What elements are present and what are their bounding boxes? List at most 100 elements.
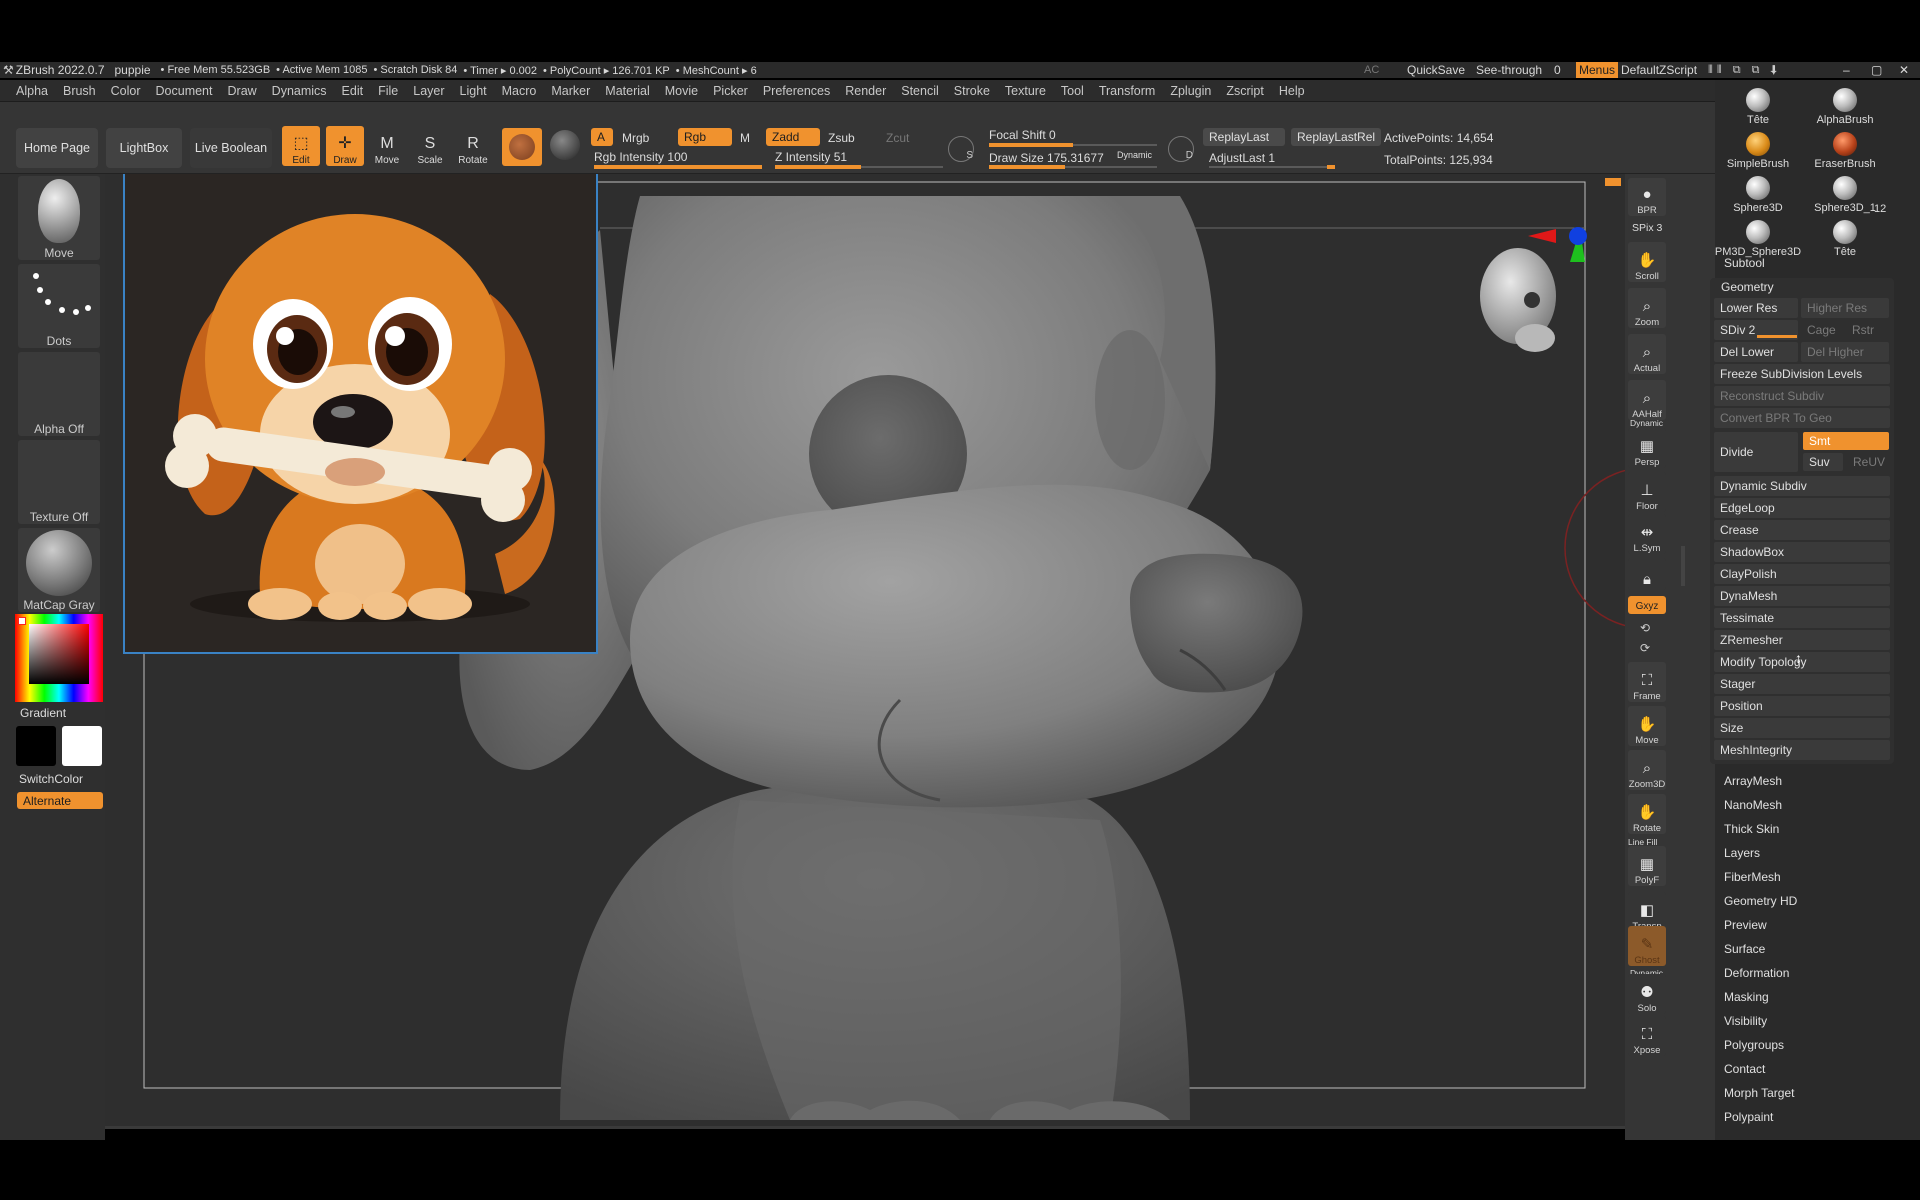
material-sphere-icon[interactable] xyxy=(502,128,542,166)
rotation-axis-icons[interactable]: ⟲ ⟳ xyxy=(1640,618,1650,658)
geometry-size[interactable]: Size xyxy=(1714,718,1890,738)
draw-size-track[interactable] xyxy=(989,165,1157,169)
del-lower-button[interactable]: Del Lower xyxy=(1714,342,1798,362)
rstr-button[interactable]: Rstr xyxy=(1846,320,1886,340)
geometry-stager[interactable]: Stager xyxy=(1714,674,1890,694)
tool-thumb-alphabrush[interactable]: AlphaBrush xyxy=(1802,82,1888,126)
section-masking[interactable]: Masking xyxy=(1724,990,1769,1004)
tool-thumb-pm3d-sphere3d[interactable]: PM3D_Sphere3D xyxy=(1715,214,1801,258)
menu-marker[interactable]: Marker xyxy=(551,84,590,98)
replay-last-button[interactable]: ReplayLast xyxy=(1203,128,1285,146)
focal-shift-track[interactable] xyxy=(989,143,1157,147)
menu-transform[interactable]: Transform xyxy=(1099,84,1156,98)
geometry-zremesher[interactable]: ZRemesher xyxy=(1714,630,1890,650)
section-morph-target[interactable]: Morph Target xyxy=(1724,1086,1794,1100)
section-preview[interactable]: Preview xyxy=(1724,918,1767,932)
section-surface[interactable]: Surface xyxy=(1724,942,1765,956)
menu-stroke[interactable]: Stroke xyxy=(954,84,990,98)
menu-render[interactable]: Render xyxy=(845,84,886,98)
section-layers[interactable]: Layers xyxy=(1724,846,1760,860)
live-boolean-button[interactable]: Live Boolean xyxy=(190,128,272,168)
brush-sphere-icon[interactable] xyxy=(550,130,580,160)
section-fibermesh[interactable]: FiberMesh xyxy=(1724,870,1781,884)
maximize-icon[interactable]: ▢ xyxy=(1871,63,1882,77)
scroll-button[interactable]: ✋ Scroll xyxy=(1628,242,1666,282)
rgb-button[interactable]: Rgb xyxy=(678,128,732,146)
adjust-last-track[interactable] xyxy=(1209,165,1335,169)
menu-movie[interactable]: Movie xyxy=(665,84,698,98)
dynamic-toggle[interactable]: Dynamic xyxy=(1117,150,1152,160)
section-arraymesh[interactable]: ArrayMesh xyxy=(1724,774,1782,788)
reference-image-puppy[interactable] xyxy=(123,174,598,654)
default-zscript-button[interactable]: DefaultZScript xyxy=(1621,63,1697,77)
section-polypaint[interactable]: Polypaint xyxy=(1724,1110,1773,1124)
mrgb-button[interactable]: Mrgb xyxy=(622,131,649,145)
menu-material[interactable]: Material xyxy=(605,84,649,98)
section-thick-skin[interactable]: Thick Skin xyxy=(1724,822,1779,836)
menu-light[interactable]: Light xyxy=(460,84,487,98)
higher-res-button[interactable]: Higher Res xyxy=(1801,298,1889,318)
draw-button[interactable]: ✛ Draw xyxy=(326,126,364,166)
geometry-dynamesh[interactable]: DynaMesh xyxy=(1714,586,1890,606)
ghost-button[interactable]: ✎ Ghost xyxy=(1628,926,1666,966)
persp-button[interactable]: ▦ Persp xyxy=(1628,428,1666,468)
menu-zplugin[interactable]: Zplugin xyxy=(1170,84,1211,98)
smt-toggle[interactable]: Smt xyxy=(1803,432,1889,450)
color-picker-square[interactable] xyxy=(29,624,89,684)
lower-res-button[interactable]: Lower Res xyxy=(1714,298,1798,318)
geometry-edgeloop[interactable]: EdgeLoop xyxy=(1714,498,1890,518)
alpha-well[interactable]: Alpha Off xyxy=(18,352,100,436)
divide-button[interactable]: Divide xyxy=(1714,432,1798,472)
section-contact[interactable]: Contact xyxy=(1724,1062,1765,1076)
menu-color[interactable]: Color xyxy=(111,84,141,98)
menu-preferences[interactable]: Preferences xyxy=(763,84,830,98)
menu-document[interactable]: Document xyxy=(156,84,213,98)
lsym-button[interactable]: ⇹ L.Sym xyxy=(1628,514,1666,554)
menu-dynamics[interactable]: Dynamics xyxy=(272,84,327,98)
rgb-intensity-slider[interactable]: Rgb Intensity 100 xyxy=(594,150,687,164)
geometry-shadowbox[interactable]: ShadowBox xyxy=(1714,542,1890,562)
color-picker[interactable] xyxy=(15,614,103,702)
menus-button[interactable]: Menus xyxy=(1576,62,1619,78)
polyf-button[interactable]: ▦ PolyF xyxy=(1628,846,1666,886)
main-color-swatch[interactable] xyxy=(62,726,102,766)
section-geometry-hd[interactable]: Geometry HD xyxy=(1724,894,1797,908)
lightbox-button[interactable]: LightBox xyxy=(106,128,182,168)
xyz-button[interactable]: Gxyz xyxy=(1628,596,1666,614)
section-nanomesh[interactable]: NanoMesh xyxy=(1724,798,1782,812)
menu-macro[interactable]: Macro xyxy=(502,84,537,98)
rotate-view-button[interactable]: ✋ Rotate xyxy=(1628,794,1666,834)
tool-thumb-t-te[interactable]: Tête xyxy=(1802,214,1888,258)
subtool-section[interactable]: Subtool xyxy=(1724,256,1765,270)
move-button[interactable]: M Move xyxy=(368,126,406,167)
spix-slider[interactable]: SPix 3 xyxy=(1632,222,1662,234)
geometry-dynamic-subdiv[interactable]: Dynamic Subdiv xyxy=(1714,476,1890,496)
floor-button[interactable]: ⊥ Floor xyxy=(1628,472,1666,512)
close-icon[interactable]: ✕ xyxy=(1899,63,1909,77)
menu-zscript[interactable]: Zscript xyxy=(1226,84,1264,98)
tray-scrollbar[interactable] xyxy=(1681,546,1685,586)
menu-tool[interactable]: Tool xyxy=(1061,84,1084,98)
replay-last-rel-button[interactable]: ReplayLastRel xyxy=(1291,128,1381,146)
menu-layer[interactable]: Layer xyxy=(413,84,444,98)
s-icon[interactable]: S xyxy=(948,136,974,162)
xpose-button[interactable]: ⛶ Xpose xyxy=(1628,1016,1666,1056)
gradient-label[interactable]: Gradient xyxy=(20,706,66,720)
tool-thumb-eraserbrush[interactable]: EraserBrush xyxy=(1802,126,1888,170)
focal-shift-slider[interactable]: Focal Shift 0 xyxy=(989,128,1056,142)
suv-toggle[interactable]: Suv xyxy=(1803,453,1843,471)
geometry-section[interactable]: Geometry xyxy=(1721,280,1774,294)
menu-picker[interactable]: Picker xyxy=(713,84,748,98)
switch-color-button[interactable]: SwitchColor xyxy=(19,772,83,786)
secondary-color-swatch[interactable] xyxy=(16,726,56,766)
a-button[interactable]: A xyxy=(591,128,613,146)
reconstruct-subdiv-button[interactable]: Reconstruct Subdiv xyxy=(1714,386,1890,406)
menu-edit[interactable]: Edit xyxy=(342,84,364,98)
draw-size-slider[interactable]: Draw Size 175.31677 xyxy=(989,151,1104,165)
geometry-tessimate[interactable]: Tessimate xyxy=(1714,608,1890,628)
brush-well[interactable]: Move xyxy=(18,176,100,260)
alternate-button[interactable]: Alternate xyxy=(17,792,103,809)
frame-button[interactable]: ⛶ Frame xyxy=(1628,662,1666,702)
rgb-intensity-track[interactable] xyxy=(594,165,762,169)
menu-texture[interactable]: Texture xyxy=(1005,84,1046,98)
